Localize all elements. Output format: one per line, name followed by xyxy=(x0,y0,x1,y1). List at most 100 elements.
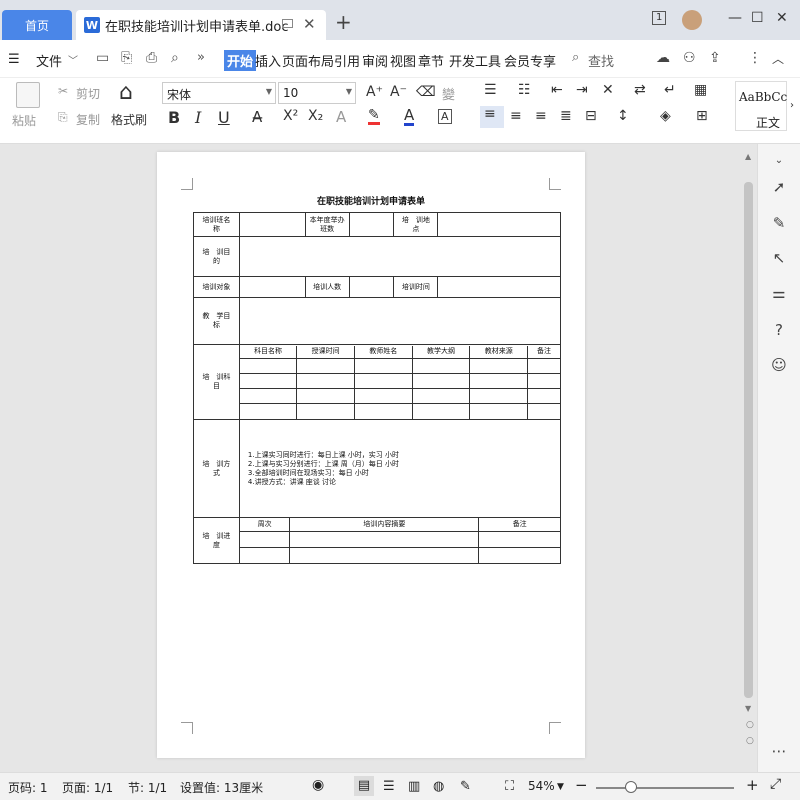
close-window-button[interactable]: ✕ xyxy=(776,10,788,26)
bullet-list-icon[interactable]: ☰ xyxy=(484,82,497,98)
justify-icon[interactable]: ≣ xyxy=(560,108,572,124)
preview-icon[interactable]: ⌕ xyxy=(171,50,179,66)
scrollbar-thumb[interactable] xyxy=(744,182,753,698)
font-name-select[interactable]: 宋体 ▼ xyxy=(162,82,276,104)
save-icon[interactable]: ▭ xyxy=(96,50,109,66)
strikethrough-icon[interactable]: A̶ xyxy=(252,108,262,126)
table-row[interactable] xyxy=(239,546,560,563)
decrease-indent-icon[interactable]: ⇤ xyxy=(551,82,563,98)
copy-button[interactable]: 复制 xyxy=(76,111,100,128)
cut-icon[interactable]: ✂ xyxy=(58,84,68,98)
pin-tab-icon[interactable] xyxy=(282,19,293,28)
increase-indent-icon[interactable]: ⇥ xyxy=(576,82,588,98)
print-icon[interactable]: ⎙ xyxy=(146,50,157,66)
assistant-icon[interactable]: ☺ xyxy=(770,356,788,374)
menu-view[interactable]: 视图 xyxy=(390,51,416,70)
fit-page-icon[interactable]: ⛶ xyxy=(505,779,514,794)
status-page-number[interactable]: 页码: 1 xyxy=(8,779,48,796)
menu-review[interactable]: 审阅 xyxy=(362,51,388,70)
minimize-button[interactable]: — xyxy=(728,10,742,26)
field-class-name[interactable] xyxy=(238,212,306,237)
menu-chapter[interactable]: 章节 xyxy=(418,51,444,70)
status-page-count[interactable]: 页面: 1/1 xyxy=(62,779,113,796)
chevron-down-icon[interactable]: ▼ xyxy=(266,87,272,96)
zoom-slider[interactable] xyxy=(596,787,734,789)
phonetic-icon[interactable]: 變 xyxy=(442,84,455,103)
cut-button[interactable]: 剪切 xyxy=(76,85,100,102)
chevron-down-icon[interactable]: ﹀ xyxy=(68,52,78,67)
menu-dev-tools[interactable]: 开发工具 xyxy=(449,51,501,70)
zoom-slider-handle[interactable] xyxy=(625,781,637,793)
collaborate-icon[interactable]: ⚇ xyxy=(683,50,696,66)
paste-button[interactable]: 粘贴 xyxy=(12,112,36,129)
field-target[interactable] xyxy=(238,276,306,298)
align-right-icon[interactable]: ≡ xyxy=(535,108,547,124)
format-painter-icon[interactable]: ⌂ xyxy=(119,80,133,105)
superscript-icon[interactable]: X² xyxy=(283,108,298,124)
scroll-up-icon[interactable]: ▲ xyxy=(745,152,751,161)
pen-icon[interactable]: ✎ xyxy=(770,214,788,232)
table-row[interactable] xyxy=(239,403,560,419)
document-page[interactable]: 在职技能培训计划申请表单 培训班名 称 本年度举办班数 培 训地 点 培 训目 … xyxy=(157,152,585,758)
adjust-icon[interactable]: ⚌ xyxy=(770,284,788,302)
shrink-font-icon[interactable]: A⁻ xyxy=(390,84,407,100)
char-border-icon[interactable]: A xyxy=(438,109,452,124)
field-headcount[interactable] xyxy=(348,276,395,298)
tab-document[interactable]: W 在职技能培训计划申请表单.doc ✕ xyxy=(76,10,326,40)
web-view-icon[interactable]: ◍ xyxy=(433,779,444,794)
bold-icon[interactable]: B xyxy=(168,108,180,127)
outline-view-icon[interactable]: ☰ xyxy=(383,779,395,794)
field-teaching-goal[interactable] xyxy=(238,297,562,345)
export-icon[interactable]: ⎘ xyxy=(121,50,132,66)
italic-icon[interactable]: I xyxy=(195,108,201,127)
text-direction-icon[interactable]: ⇄ xyxy=(634,82,646,98)
align-left-icon[interactable]: ≡ xyxy=(480,106,504,128)
menu-member[interactable]: 会员专享 xyxy=(504,51,556,70)
collapse-ribbon-icon[interactable]: ︿ xyxy=(772,50,784,67)
search-icon[interactable]: ⌕ xyxy=(572,50,579,65)
highlight-icon[interactable]: ✎ xyxy=(368,108,380,125)
field-purpose[interactable] xyxy=(238,236,562,277)
font-color-icon[interactable]: A xyxy=(404,108,415,126)
font-size-select[interactable]: 10 ▼ xyxy=(278,82,356,104)
clear-format-icon[interactable]: ⌫ xyxy=(416,84,436,100)
paste-icon[interactable] xyxy=(16,82,40,108)
field-annual-count[interactable] xyxy=(348,212,395,237)
sort-icon[interactable]: ↵ xyxy=(664,82,676,98)
scroll-styles-icon[interactable]: › xyxy=(790,100,794,111)
zoom-out-button[interactable]: − xyxy=(575,776,588,794)
borders-icon[interactable]: ⊞ xyxy=(696,108,708,124)
grow-font-icon[interactable]: A⁺ xyxy=(366,84,383,100)
eye-protect-icon[interactable]: ◉ xyxy=(312,777,324,793)
scroll-down-icon[interactable]: ▼ xyxy=(745,704,751,713)
zoom-level[interactable]: 54% xyxy=(528,779,555,793)
read-view-icon[interactable]: ▥ xyxy=(408,779,420,794)
numbered-list-icon[interactable]: ☷ xyxy=(518,82,531,98)
avatar[interactable] xyxy=(682,10,702,30)
page-view-icon[interactable]: ▤ xyxy=(354,776,374,796)
table-row[interactable] xyxy=(239,388,560,404)
table-row[interactable] xyxy=(239,530,560,548)
menu-start[interactable]: 开始 xyxy=(224,50,257,71)
fullscreen-icon[interactable]: ⤢ xyxy=(770,776,781,792)
menu-insert[interactable]: 插入 xyxy=(255,51,281,70)
status-section[interactable]: 节: 1/1 xyxy=(128,779,167,796)
chevron-down-icon[interactable]: ▼ xyxy=(557,782,564,792)
prev-page-icon[interactable]: ○ xyxy=(746,720,754,730)
next-page-icon[interactable]: ○ xyxy=(746,736,754,746)
chinese-layout-icon[interactable]: ✕ xyxy=(602,82,614,98)
more-icon[interactable]: » xyxy=(197,50,205,65)
chevron-down-icon[interactable]: ▼ xyxy=(346,87,352,96)
subscript-icon[interactable]: X₂ xyxy=(308,108,323,124)
window-count-badge[interactable]: 1 xyxy=(652,11,667,25)
underline-icon[interactable]: U xyxy=(218,108,230,127)
cloud-sync-icon[interactable]: ☁ xyxy=(656,50,670,66)
menu-file[interactable]: 文件 xyxy=(36,51,62,70)
distributed-icon[interactable]: ⊟ xyxy=(585,108,597,124)
cursor-icon[interactable]: ↖ xyxy=(770,249,788,267)
style-normal[interactable]: AaBbCc 正文 xyxy=(735,81,787,131)
line-spacing-icon[interactable]: ↕ xyxy=(617,108,629,124)
copy-icon[interactable]: ⎘ xyxy=(58,110,68,125)
rocket-icon[interactable]: ➚ xyxy=(770,178,788,196)
tab-home[interactable]: 首页 xyxy=(2,10,72,40)
